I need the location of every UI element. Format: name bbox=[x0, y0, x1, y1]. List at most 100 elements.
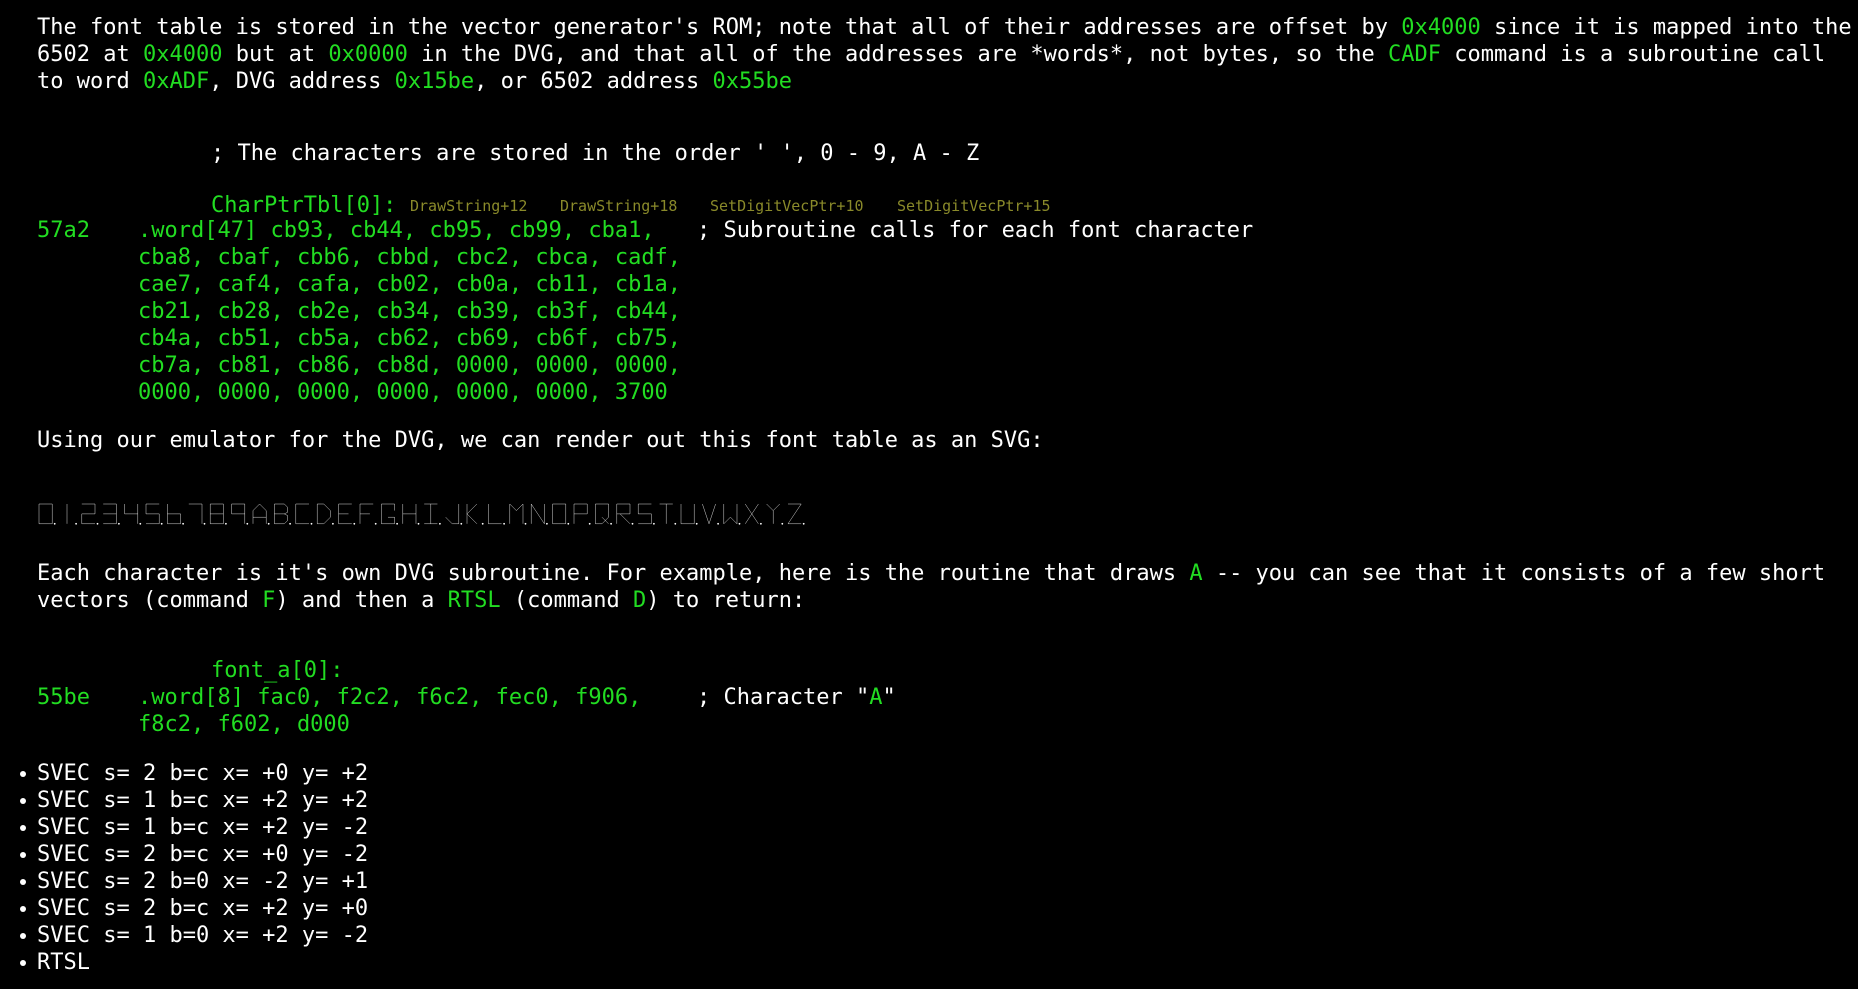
list-item: SVEC s= 2 b=c x= +2 y= +0 bbox=[10, 895, 368, 922]
font-a-data-line: .word[8] fac0, f2c2, f6c2, fec0, f906, bbox=[138, 685, 642, 710]
glyph-E bbox=[339, 504, 352, 524]
glyph-B bbox=[274, 504, 287, 524]
glyph-end-dot bbox=[460, 522, 463, 525]
char-ptr-data-line: cb21, cb28, cb2e, cb34, cb39, cb3f, cb44… bbox=[138, 299, 682, 324]
glyph-end-dot bbox=[139, 522, 142, 525]
glyph-Q bbox=[595, 504, 608, 524]
xref-link[interactable]: SetDigitVecPtr+10 bbox=[710, 197, 864, 215]
glyph-end-dot bbox=[439, 522, 441, 525]
glyph-3 bbox=[103, 504, 116, 524]
glyph-end-dot bbox=[481, 522, 484, 525]
glyph-6 bbox=[167, 504, 180, 524]
glyph-A bbox=[253, 504, 266, 524]
glyph-end-dot bbox=[160, 522, 163, 525]
list-item: SVEC s= 1 b=c x= +2 y= +2 bbox=[10, 787, 368, 814]
body-text: ) to return: bbox=[646, 588, 806, 613]
glyph-I bbox=[424, 504, 437, 524]
font-a-vector-list: SVEC s= 2 b=c x= +0 y= +2 SVEC s= 1 b=c … bbox=[10, 760, 368, 976]
char-ptr-data-line: cb4a, cb51, cb5a, cb62, cb69, cb6f, cb75… bbox=[138, 326, 682, 351]
font-a-label: font_a[0]: bbox=[211, 658, 344, 683]
code-term: 0x55be bbox=[712, 69, 793, 94]
char-ptr-table-label: CharPtrTbl[0]: bbox=[211, 193, 397, 218]
glyph-V bbox=[702, 504, 715, 524]
glyph-end-dot bbox=[588, 522, 591, 525]
glyph-end-dot bbox=[717, 522, 719, 525]
glyph-L bbox=[488, 504, 501, 524]
char-ptr-address: 57a2 bbox=[37, 218, 90, 243]
glyph-end-dot bbox=[53, 522, 56, 525]
glyph-0 bbox=[39, 504, 52, 524]
comment-text: ; Character " bbox=[697, 685, 870, 710]
each-char-line-1: Each character is it's own DVG subroutin… bbox=[37, 560, 1825, 587]
list-item: SVEC s= 2 b=c x= +0 y= +2 bbox=[10, 760, 368, 787]
glyph-end-dot bbox=[332, 522, 334, 525]
char-ptr-data-line: 0000, 0000, 0000, 0000, 0000, 0000, 3700 bbox=[138, 380, 668, 405]
glyph-end-dot bbox=[631, 522, 634, 525]
glyph-M bbox=[510, 504, 523, 524]
char-ptr-data-line: .word[47] cb93, cb44, cb95, cb99, cba1, bbox=[138, 218, 655, 243]
glyph-P bbox=[574, 504, 587, 524]
glyph-end-dot bbox=[781, 522, 784, 525]
intro-text: , DVG address bbox=[209, 69, 395, 94]
intro-line-2: 6502 at 0x4000 but at 0x0000 in the DVG,… bbox=[37, 41, 1825, 68]
intro-line-3: to word 0xADF, DVG address 0x15be, or 65… bbox=[37, 68, 792, 95]
glyph-end-dot bbox=[182, 522, 185, 525]
glyph-J bbox=[446, 504, 459, 524]
body-text: (command bbox=[500, 588, 634, 613]
comment-text: " bbox=[882, 685, 896, 710]
svg-intro-text: Using our emulator for the DVG, we can r… bbox=[37, 428, 1044, 453]
glyph-end-dot bbox=[546, 522, 548, 525]
code-term: CADF bbox=[1388, 42, 1442, 67]
code-term: RTSL bbox=[447, 588, 501, 613]
glyph-4 bbox=[125, 504, 138, 524]
glyph-X bbox=[745, 504, 758, 524]
intro-text: The font table is stored in the vector g… bbox=[37, 15, 1402, 40]
intro-text: since it is mapped into the bbox=[1480, 15, 1852, 40]
font-table-render bbox=[37, 500, 805, 530]
intro-text: command is a subroutine call bbox=[1441, 42, 1826, 67]
code-term: 0xADF bbox=[142, 69, 210, 94]
glyph-end-dot bbox=[225, 522, 227, 525]
glyph-end-dot bbox=[653, 522, 655, 525]
glyph-7 bbox=[189, 504, 202, 524]
glyph-O bbox=[553, 504, 566, 524]
glyph-end-dot bbox=[289, 522, 291, 525]
code-term: A bbox=[869, 685, 883, 710]
glyph-end-dot bbox=[695, 522, 698, 525]
code-term: 0x0000 bbox=[328, 42, 408, 67]
glyph-end-dot bbox=[353, 522, 356, 525]
glyph-5 bbox=[146, 504, 159, 524]
glyph-end-dot bbox=[567, 522, 570, 525]
glyph-R bbox=[617, 504, 630, 524]
glyph-K bbox=[467, 504, 477, 524]
code-term: 0x4000 bbox=[142, 42, 223, 67]
font-a-data-line: f8c2, f602, d000 bbox=[138, 712, 350, 737]
glyph-end-dot bbox=[760, 522, 762, 525]
body-text: Each character is it's own DVG subroutin… bbox=[37, 561, 1190, 586]
glyph-H bbox=[403, 504, 416, 524]
glyph-end-dot bbox=[118, 522, 120, 525]
glyph-end-dot bbox=[503, 522, 505, 525]
code-term: F bbox=[262, 588, 276, 613]
glyph-end-dot bbox=[267, 522, 270, 525]
glyph-W bbox=[724, 504, 737, 524]
glyph-F bbox=[360, 504, 373, 524]
glyph-end-dot bbox=[96, 522, 99, 525]
body-text: -- you can see that it consists of a few… bbox=[1202, 561, 1826, 586]
intro-text: but at bbox=[222, 42, 329, 67]
intro-text: , or 6502 address bbox=[474, 69, 713, 94]
intro-text: 6502 at bbox=[37, 42, 143, 67]
code-term: A bbox=[1189, 561, 1203, 586]
glyph-G bbox=[381, 504, 394, 524]
font-a-comment: ; Character "A" bbox=[697, 684, 896, 711]
intro-text: in the DVG, and that all of the addresse… bbox=[407, 42, 1389, 67]
xref-link[interactable]: DrawString+18 bbox=[560, 197, 677, 215]
glyph-end-dot bbox=[524, 522, 527, 525]
char-order-comment: ; The characters are stored in the order… bbox=[211, 141, 980, 166]
xref-link[interactable]: SetDigitVecPtr+15 bbox=[897, 197, 1051, 215]
char-ptr-comment: ; Subroutine calls for each font charact… bbox=[697, 218, 1254, 243]
xref-link[interactable]: DrawString+12 bbox=[410, 197, 527, 215]
glyph-Z bbox=[788, 504, 801, 524]
font-a-address: 55be bbox=[37, 685, 90, 710]
glyph-end-dot bbox=[802, 522, 805, 525]
